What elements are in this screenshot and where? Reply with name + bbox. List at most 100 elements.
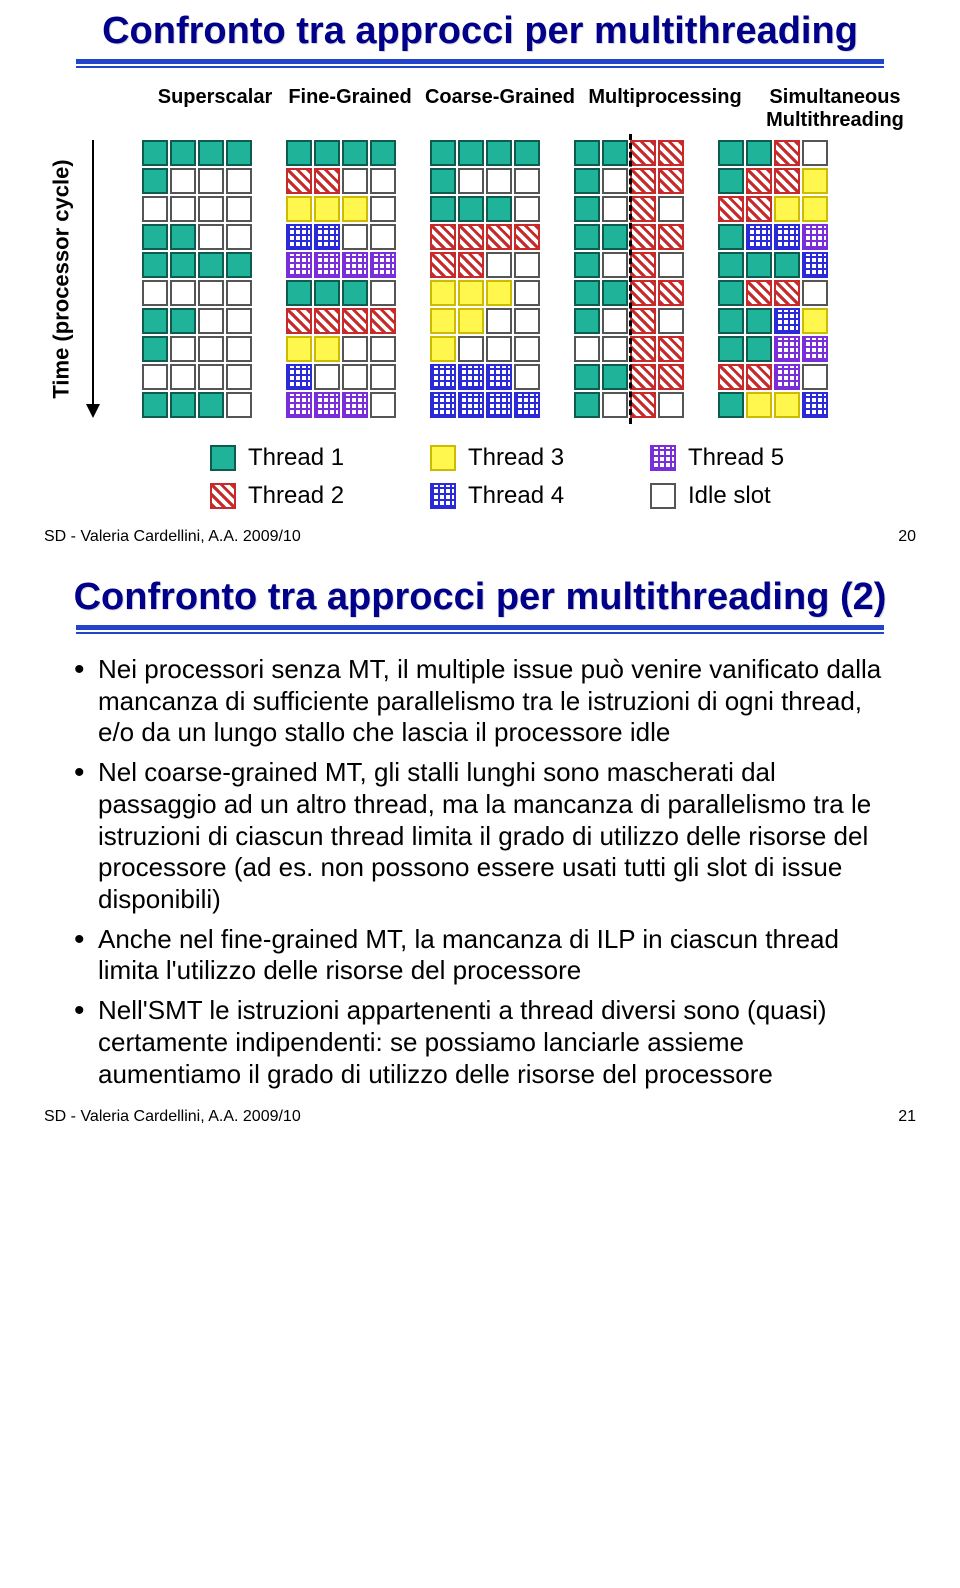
issue-slot <box>142 196 168 222</box>
legend-label: Thread 2 <box>248 482 344 510</box>
issue-slot <box>226 364 252 390</box>
issue-slot <box>458 280 484 306</box>
legend-label: Idle slot <box>688 482 771 510</box>
slide2-footer: SD - Valeria Cardellini, A.A. 2009/10 21 <box>40 1108 920 1126</box>
bullet-4: Nell'SMT le istruzioni appartenenti a th… <box>70 995 890 1090</box>
issue-slot <box>430 336 456 362</box>
issue-slot <box>458 224 484 250</box>
issue-slot <box>342 336 368 362</box>
issue-slot <box>802 280 828 306</box>
issue-slot <box>774 252 800 278</box>
slide2-bullets: Nei processori senza MT, il multiple iss… <box>70 654 890 1090</box>
issue-slot <box>198 308 224 334</box>
issue-slot <box>286 140 312 166</box>
header-coarse-grained: Coarse-Grained <box>420 86 580 132</box>
issue-slot <box>602 252 628 278</box>
issue-slot <box>746 364 772 390</box>
issue-slot-grids <box>142 140 828 418</box>
issue-slot <box>602 364 628 390</box>
grid-fine-grained <box>286 140 396 418</box>
issue-slot <box>342 196 368 222</box>
issue-slot <box>458 336 484 362</box>
header-multiprocessing: Multiprocessing <box>580 86 750 132</box>
issue-slot <box>718 308 744 334</box>
swatch-idle-icon <box>650 483 676 509</box>
issue-slot <box>774 392 800 418</box>
issue-slot <box>514 336 540 362</box>
issue-slot <box>486 224 512 250</box>
issue-slot <box>314 168 340 194</box>
issue-slot <box>430 364 456 390</box>
issue-slot <box>314 364 340 390</box>
issue-slot <box>142 364 168 390</box>
issue-slot <box>170 280 196 306</box>
issue-slot <box>370 196 396 222</box>
issue-slot <box>602 224 628 250</box>
header-superscalar: Superscalar <box>150 86 280 132</box>
footer-credit-2: SD - Valeria Cardellini, A.A. 2009/10 <box>44 1108 301 1126</box>
issue-slot <box>630 140 656 166</box>
title-rule-thin-2 <box>76 632 884 634</box>
issue-slot <box>314 280 340 306</box>
issue-slot <box>746 168 772 194</box>
issue-slot <box>602 392 628 418</box>
issue-slot <box>774 308 800 334</box>
issue-slot <box>718 224 744 250</box>
issue-slot <box>370 280 396 306</box>
slide-2: Confronto tra approcci per multithreadin… <box>0 566 960 1146</box>
issue-slot <box>630 168 656 194</box>
issue-slot <box>458 392 484 418</box>
issue-slot <box>286 196 312 222</box>
issue-slot <box>342 252 368 278</box>
issue-slot <box>430 280 456 306</box>
issue-slot <box>458 364 484 390</box>
issue-slot <box>602 196 628 222</box>
issue-slot <box>658 336 684 362</box>
issue-slot <box>602 140 628 166</box>
issue-slot <box>514 224 540 250</box>
issue-slot <box>198 392 224 418</box>
issue-slot <box>342 224 368 250</box>
issue-slot <box>370 140 396 166</box>
swatch-t3-icon <box>430 445 456 471</box>
issue-slot <box>630 336 656 362</box>
y-axis-label: Time (processor cycle) <box>49 159 75 398</box>
issue-slot <box>718 252 744 278</box>
issue-slot <box>430 196 456 222</box>
issue-slot <box>198 168 224 194</box>
issue-slot <box>574 196 600 222</box>
issue-slot <box>718 392 744 418</box>
issue-slot <box>198 224 224 250</box>
issue-slot <box>486 168 512 194</box>
issue-slot <box>574 224 600 250</box>
issue-slot <box>802 224 828 250</box>
issue-slot <box>198 364 224 390</box>
issue-slot <box>226 140 252 166</box>
grid-superscalar <box>142 140 252 418</box>
issue-slot <box>774 196 800 222</box>
issue-slot <box>574 140 600 166</box>
footer-page-number: 20 <box>898 528 916 546</box>
issue-slot <box>774 168 800 194</box>
issue-slot <box>226 196 252 222</box>
issue-slot <box>514 196 540 222</box>
issue-slot <box>802 308 828 334</box>
issue-slot <box>602 336 628 362</box>
issue-slot <box>430 252 456 278</box>
issue-slot <box>430 168 456 194</box>
issue-slot <box>170 308 196 334</box>
issue-slot <box>774 224 800 250</box>
issue-slot <box>658 140 684 166</box>
legend-t4: Thread 4 <box>430 482 650 510</box>
issue-slot <box>486 280 512 306</box>
issue-slot <box>342 140 368 166</box>
arrow-down-icon <box>86 404 100 418</box>
issue-slot <box>514 280 540 306</box>
issue-slot <box>370 308 396 334</box>
issue-slot <box>630 224 656 250</box>
bullet-1: Nei processori senza MT, il multiple iss… <box>70 654 890 749</box>
issue-slot <box>226 168 252 194</box>
issue-slot <box>802 364 828 390</box>
issue-slot <box>574 308 600 334</box>
swatch-t4-icon <box>430 483 456 509</box>
